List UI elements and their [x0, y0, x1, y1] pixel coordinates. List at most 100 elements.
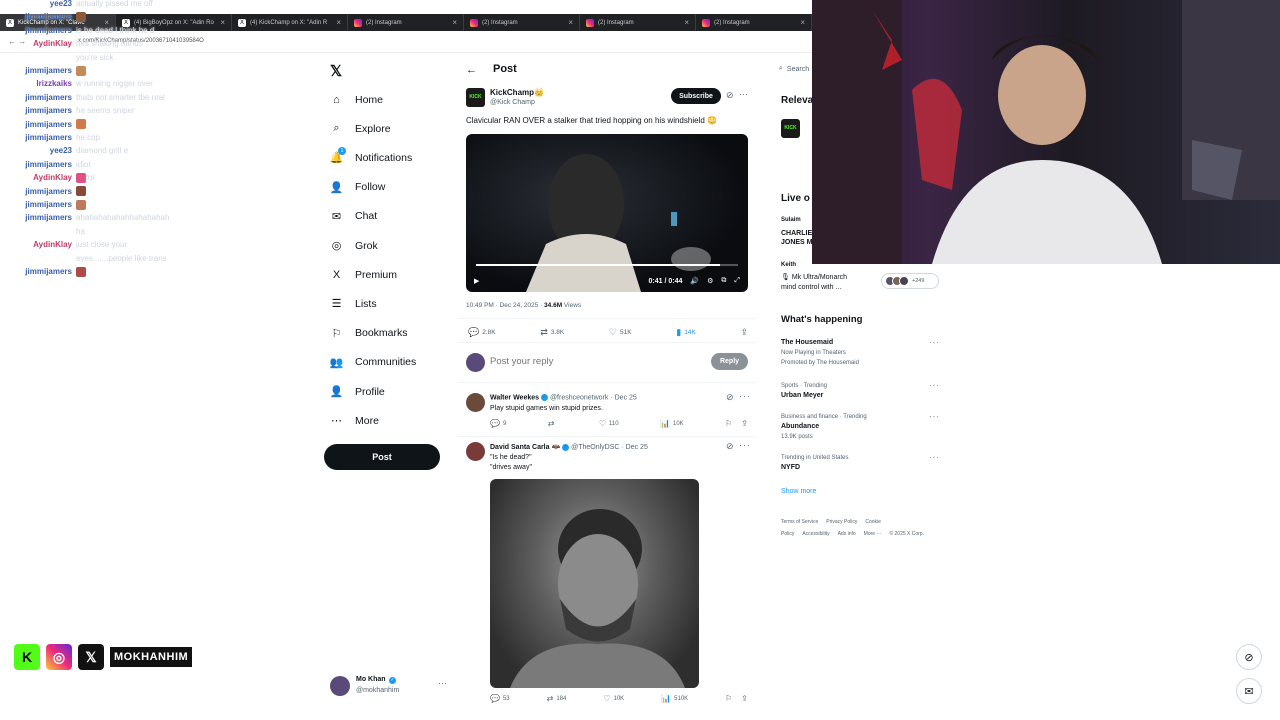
- like-action[interactable]: ♡ 10K: [603, 694, 624, 703]
- reply-action[interactable]: 💬 53: [490, 694, 510, 703]
- reply-more-icon[interactable]: ···: [739, 440, 751, 450]
- nav-item-communities[interactable]: 👥 Communities: [330, 356, 417, 369]
- browser-tab[interactable]: (2) Instagram ×: [580, 14, 696, 31]
- footer-link[interactable]: Accessibility: [802, 531, 829, 537]
- pip-icon[interactable]: ⧉: [721, 277, 726, 285]
- video-progress[interactable]: [476, 264, 738, 266]
- repost-action[interactable]: ⇄ 3.8K: [540, 327, 564, 338]
- trend-item[interactable]: Business and finance · Trending Abundance…: [781, 412, 867, 442]
- author-handle[interactable]: @Kick Champ: [490, 99, 535, 106]
- chat-username[interactable]: jimmijamers: [14, 185, 72, 198]
- like-action[interactable]: ♡ 51K: [609, 327, 632, 338]
- chat-username[interactable]: jimmijamers: [14, 104, 72, 117]
- reply-action[interactable]: 💬 2.8K: [468, 327, 496, 338]
- trend-item[interactable]: Trending in United States NYFD: [781, 453, 848, 473]
- repost-action[interactable]: ⇄ 184: [547, 694, 567, 703]
- live-space-1[interactable]: Sulaim: [781, 215, 801, 225]
- back-arrow-icon[interactable]: ←: [466, 64, 477, 76]
- bookmark-action[interactable]: ⚐ ⇪: [725, 694, 748, 703]
- close-tab-icon[interactable]: ×: [684, 18, 689, 27]
- chat-username[interactable]: jimmijamers: [14, 158, 72, 171]
- bookmark-action[interactable]: ⚐ ⇪: [725, 419, 748, 428]
- close-tab-icon[interactable]: ×: [452, 18, 457, 27]
- reply-action[interactable]: 💬 9: [490, 419, 506, 428]
- close-tab-icon[interactable]: ×: [336, 18, 341, 27]
- live-space-2-host[interactable]: Keith: [781, 260, 796, 270]
- reply-input[interactable]: [490, 356, 690, 367]
- share-action[interactable]: ⇪: [740, 327, 748, 338]
- browser-tab[interactable]: (2) Instagram ×: [348, 14, 464, 31]
- chat-username[interactable]: AydinKlay: [14, 37, 72, 50]
- account-more-icon[interactable]: ···: [438, 678, 447, 688]
- live-space-2-title[interactable]: 🎙 Mk Ultra/Monarch: [781, 273, 847, 283]
- views-action[interactable]: 📊 10K: [660, 419, 684, 428]
- author-name[interactable]: KickChamp👑: [490, 88, 544, 97]
- like-action[interactable]: ♡ 110: [599, 419, 619, 428]
- chat-username[interactable]: yee23: [14, 144, 72, 157]
- trend-more-icon[interactable]: ···: [929, 412, 940, 421]
- chat-username[interactable]: Irizzkaiks: [14, 77, 72, 90]
- repost-action[interactable]: ⇄: [548, 419, 558, 428]
- live-listeners[interactable]: +249: [881, 273, 939, 289]
- reply-author[interactable]: David Santa Carla 🦇 ✓ @TheOnlyDSC · Dec …: [490, 443, 648, 451]
- footer-link[interactable]: Terms of Service: [781, 519, 818, 525]
- nav-item-chat[interactable]: ✉ Chat: [330, 210, 377, 223]
- browser-tab[interactable]: X (4) KickChamp on X: "Adin R ×: [232, 14, 348, 31]
- chat-username[interactable]: AydinKlay: [14, 171, 72, 184]
- chat-username[interactable]: jimmijamers: [14, 198, 72, 211]
- reply-avatar[interactable]: [466, 393, 485, 412]
- grok-icon[interactable]: ⊘: [726, 441, 735, 452]
- chat-username[interactable]: jimmijamers: [14, 64, 72, 77]
- live-space-1-title2[interactable]: JONES M: [781, 238, 813, 248]
- close-tab-icon[interactable]: ×: [800, 18, 805, 27]
- chat-username[interactable]: jimmijamers: [14, 10, 72, 23]
- settings-icon[interactable]: ⚙: [707, 277, 713, 285]
- trend-more-icon[interactable]: ···: [929, 381, 940, 390]
- x-logo-icon[interactable]: 𝕏: [330, 62, 342, 80]
- footer-link[interactable]: More ···: [864, 531, 882, 537]
- browser-tab[interactable]: (2) Instagram ×: [696, 14, 812, 31]
- reply-author[interactable]: Walter Weekes ✓ @freshceonetwork · Dec 2…: [490, 394, 637, 401]
- post-button[interactable]: Post: [324, 444, 440, 470]
- account-switcher[interactable]: Mo Khan ✓ @mokhanhim ···: [330, 674, 450, 698]
- nav-item-premium[interactable]: X Premium: [330, 268, 397, 281]
- bookmark-action[interactable]: ▮ 14K: [676, 327, 696, 338]
- reply-image[interactable]: [490, 479, 699, 688]
- trend-item[interactable]: The Housemaid Now Playing in Theaters Prom…: [781, 338, 859, 368]
- subscribe-button[interactable]: Subscribe: [671, 88, 721, 104]
- nav-item-more[interactable]: ⋯ More: [330, 414, 379, 428]
- chat-username[interactable]: jimmijamers: [14, 131, 72, 144]
- fullscreen-icon[interactable]: ⤢: [734, 277, 740, 285]
- trend-more-icon[interactable]: ···: [929, 453, 940, 462]
- reply-avatar[interactable]: [466, 442, 485, 461]
- browser-tab[interactable]: (2) Instagram ×: [464, 14, 580, 31]
- close-tab-icon[interactable]: ×: [220, 18, 225, 27]
- video-player[interactable]: ▶ 0:41 / 0:44 🔊 ⚙ ⧉ ⤢: [466, 134, 748, 292]
- post-more-icon[interactable]: ···: [739, 89, 748, 99]
- play-icon[interactable]: ▶: [474, 277, 479, 285]
- author-avatar[interactable]: KICK: [466, 88, 485, 107]
- reply-button[interactable]: Reply: [711, 353, 748, 370]
- chat-username[interactable]: AydinKlay: [14, 238, 72, 251]
- post-timestamp[interactable]: 10:49 PM · Dec 24, 2025 ·: [466, 302, 544, 309]
- footer-link[interactable]: © 2025 X Corp.: [889, 531, 924, 537]
- chat-username[interactable]: jimmijamers: [14, 211, 72, 224]
- footer-link[interactable]: Ads info: [838, 531, 856, 537]
- chat-username[interactable]: jimmijamers: [14, 91, 72, 104]
- close-tab-icon[interactable]: ×: [568, 18, 573, 27]
- grok-icon[interactable]: ⊘: [1236, 644, 1262, 670]
- nav-item-follow[interactable]: 👤 Follow: [330, 181, 386, 194]
- grok-icon[interactable]: ⊘: [726, 392, 735, 403]
- relevant-avatar[interactable]: KICK: [781, 119, 800, 138]
- nav-item-explore[interactable]: ⌕ Explore: [330, 122, 390, 135]
- nav-item-notifications[interactable]: 🔔 1 Notifications: [330, 147, 412, 164]
- grok-icon[interactable]: ⊘: [726, 90, 734, 101]
- trend-more-icon[interactable]: ···: [929, 338, 940, 347]
- nav-item-profile[interactable]: 👤 Profile: [330, 385, 385, 399]
- messages-icon[interactable]: ✉: [1236, 678, 1262, 704]
- reply-more-icon[interactable]: ···: [739, 391, 751, 401]
- trend-item[interactable]: Sports · Trending Urban Meyer: [781, 381, 827, 401]
- chat-username[interactable]: jimmijamers: [14, 265, 72, 278]
- live-space-2-title2[interactable]: mind control with ...: [781, 283, 841, 293]
- chat-username[interactable]: jimmijamers: [14, 24, 72, 37]
